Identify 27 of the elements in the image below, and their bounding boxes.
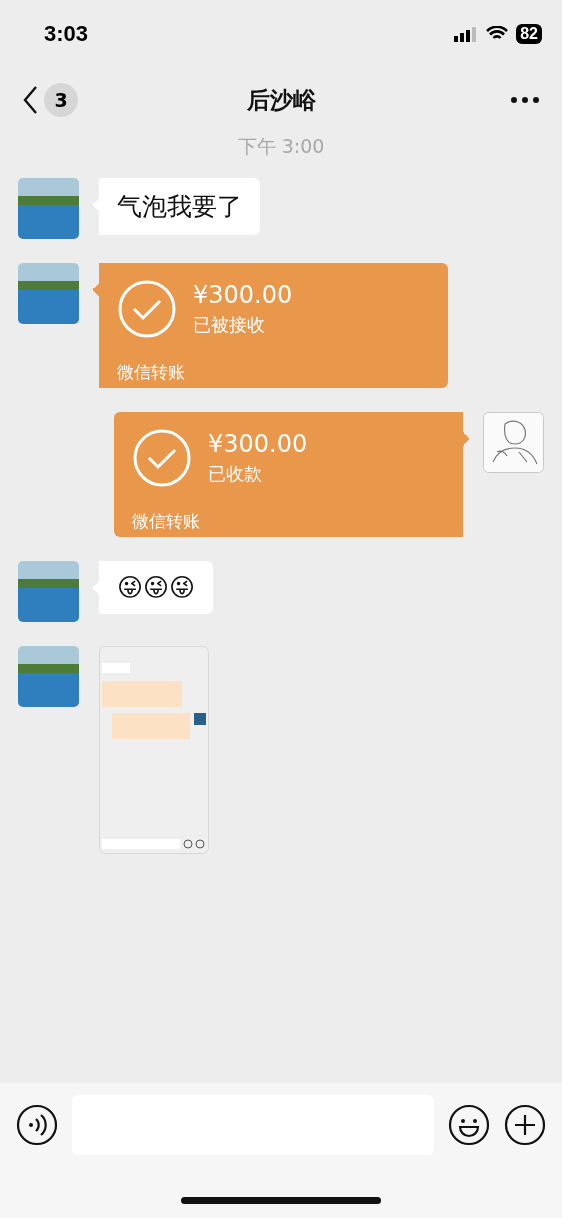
avatar-photo[interactable] xyxy=(18,263,79,324)
avatar-photo[interactable] xyxy=(18,561,79,622)
add-icon[interactable] xyxy=(504,1104,546,1146)
emoji-icon[interactable] xyxy=(448,1104,490,1146)
avatar-photo[interactable] xyxy=(18,178,79,239)
unread-count: 3 xyxy=(44,83,78,117)
voice-icon[interactable] xyxy=(16,1104,58,1146)
transfer-amount: ¥300.00 xyxy=(193,281,293,309)
avatar-sketch[interactable] xyxy=(483,412,544,473)
transfer-amount: ¥300.00 xyxy=(208,430,308,458)
more-icon[interactable] xyxy=(510,96,540,104)
transfer-caption: 微信转账 xyxy=(117,361,186,384)
message-bubble[interactable]: 气泡我要了 xyxy=(92,178,260,235)
transfer-caption: 微信转账 xyxy=(132,510,201,533)
back-icon[interactable] xyxy=(22,85,38,115)
transfer-status: 已被接收 xyxy=(193,313,266,337)
check-circle-icon xyxy=(117,279,177,339)
transfer-status: 已收款 xyxy=(208,462,263,486)
emoji-message[interactable]: 😜😜😜 xyxy=(92,561,214,614)
avatar-photo[interactable] xyxy=(18,646,79,707)
battery-level: 82 xyxy=(516,24,542,44)
message-timestamp: 下午 3:00 xyxy=(236,134,326,159)
signal-icon xyxy=(454,26,479,42)
check-circle-icon xyxy=(132,428,192,488)
chat-title: 后沙峪 xyxy=(246,85,316,115)
wifi-icon xyxy=(486,26,509,42)
status-time: 3:03 xyxy=(44,21,89,47)
